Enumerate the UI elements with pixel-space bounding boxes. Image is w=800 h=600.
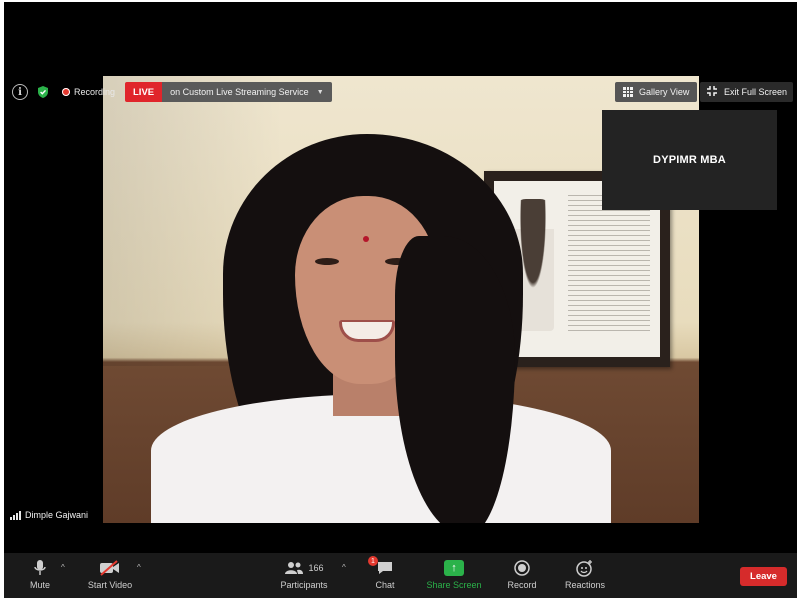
record-button[interactable]: Record: [486, 559, 558, 590]
gallery-view-button[interactable]: Gallery View: [615, 82, 698, 102]
exit-fullscreen-icon: [706, 85, 718, 100]
recording-indicator[interactable]: Recording: [62, 85, 115, 99]
participants-options-caret-icon[interactable]: ^: [342, 563, 346, 572]
video-off-icon: [99, 559, 121, 577]
live-badge: LIVE: [125, 82, 163, 102]
share-screen-icon: ↑: [444, 560, 464, 576]
zoom-meeting-window: i Recording LIVE on Custom Live Streamin…: [4, 2, 797, 598]
start-video-button[interactable]: Start Video: [74, 559, 146, 590]
speaker-left-eye: [315, 258, 339, 265]
reactions-icon: [576, 559, 594, 577]
stream-service-dropdown[interactable]: on Custom Live Streaming Service ▼: [162, 82, 332, 102]
share-screen-label: Share Screen: [426, 580, 482, 590]
record-label: Record: [507, 580, 537, 590]
video-options-caret-icon[interactable]: ^: [137, 563, 141, 572]
exit-full-screen-button[interactable]: Exit Full Screen: [700, 82, 794, 102]
meeting-toolbar: Mute ^ Start Video ^ 166 Participants ^ …: [4, 553, 797, 598]
share-screen-button[interactable]: ↑ Share Screen: [416, 559, 492, 590]
exit-full-screen-label: Exit Full Screen: [724, 87, 788, 97]
people-icon: [285, 562, 304, 574]
participants-button[interactable]: 166 Participants: [266, 559, 342, 590]
chat-button[interactable]: 1 Chat: [349, 556, 421, 590]
microphone-icon: [33, 559, 47, 577]
participant-tile[interactable]: DYPIMR MBA: [602, 110, 777, 210]
chat-icon: 1: [368, 556, 394, 577]
speaker-name-tag: Dimple Gajwani: [5, 507, 94, 523]
record-icon: [514, 559, 530, 577]
audio-options-caret-icon[interactable]: ^: [61, 563, 65, 572]
gallery-view-label: Gallery View: [639, 87, 690, 97]
meeting-top-bar: i Recording LIVE on Custom Live Streamin…: [4, 80, 797, 104]
info-icon[interactable]: i: [12, 84, 28, 100]
signal-strength-icon: [10, 510, 21, 520]
framed-text: [568, 195, 650, 335]
chat-unread-badge: 1: [368, 556, 378, 566]
participants-icon-group: 166: [284, 559, 324, 577]
caret-down-icon: ▼: [316, 88, 324, 96]
recording-label: Recording: [74, 87, 116, 97]
participant-tile-name: DYPIMR MBA: [653, 154, 726, 166]
mute-label: Mute: [29, 580, 50, 590]
live-stream-control[interactable]: LIVE on Custom Live Streaming Service ▼: [125, 82, 332, 102]
participants-label: Participants: [280, 580, 328, 590]
chat-label: Chat: [375, 580, 395, 590]
speaker-bindi: [363, 236, 369, 242]
leave-button[interactable]: Leave: [740, 567, 787, 586]
participants-count: 166: [308, 563, 324, 573]
reactions-button[interactable]: Reactions: [549, 559, 621, 590]
reactions-label: Reactions: [564, 580, 606, 590]
start-video-label: Start Video: [87, 580, 133, 590]
security-shield-icon[interactable]: [35, 84, 51, 100]
speaker-name: Dimple Gajwani: [25, 510, 89, 520]
record-dot-icon: [62, 88, 70, 96]
stream-service-label: on Custom Live Streaming Service: [170, 87, 309, 97]
grid-icon: [623, 87, 633, 97]
mute-button[interactable]: Mute: [4, 559, 76, 590]
